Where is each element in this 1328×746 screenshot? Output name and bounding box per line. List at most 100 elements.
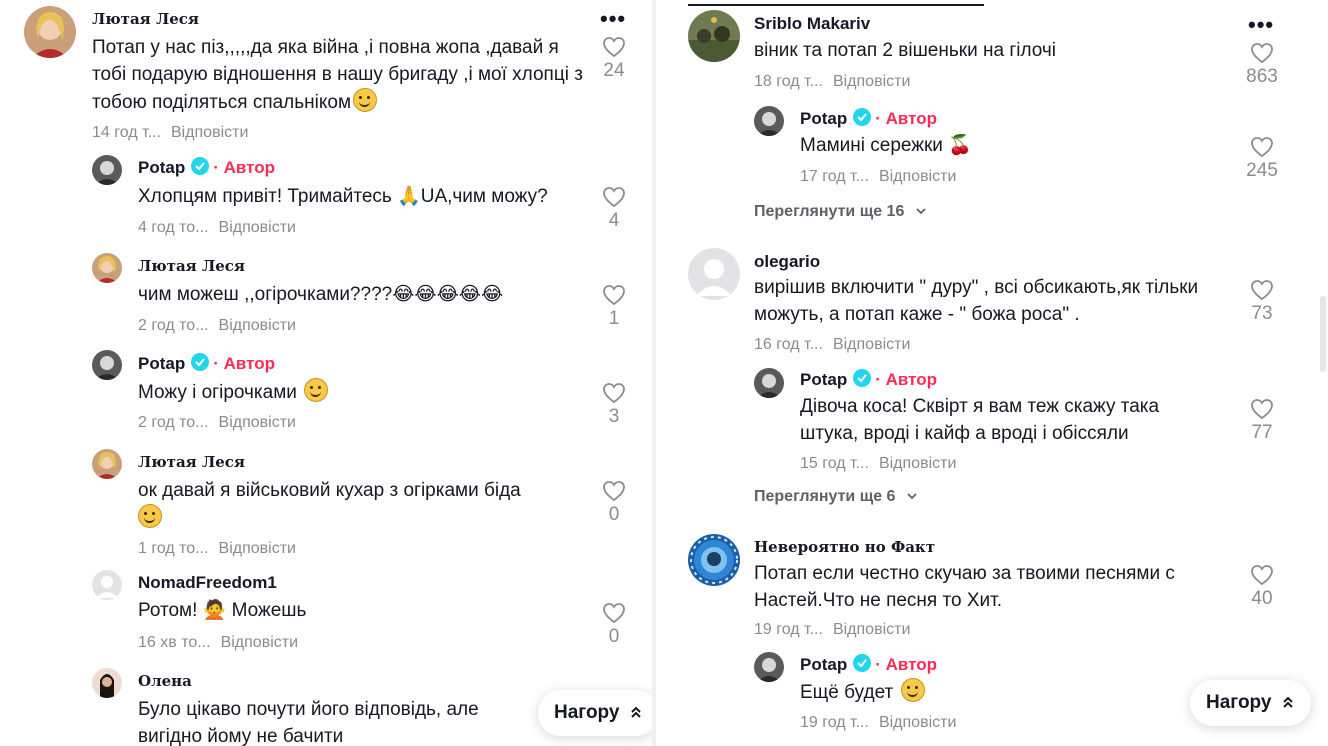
comment-time: 14 год т... bbox=[92, 124, 161, 141]
reply-text: Можу і огірочками bbox=[138, 378, 588, 406]
avatar[interactable] bbox=[688, 10, 740, 62]
like-count: 24 bbox=[603, 60, 625, 81]
avatar[interactable] bbox=[92, 350, 122, 380]
reply-author-name[interactable]: NomadFreedom1 bbox=[138, 573, 277, 593]
reply-time: 4 год то... bbox=[138, 219, 209, 236]
reply-author-name[interactable]: Олена bbox=[138, 672, 192, 690]
smirk-emoji-icon bbox=[353, 88, 378, 112]
view-more-replies-button[interactable]: Переглянути ще 16 bbox=[754, 203, 927, 221]
reply-button[interactable]: Відповісти bbox=[879, 714, 956, 731]
reply-time: 2 год то... bbox=[138, 414, 209, 431]
sad-emoji-icon bbox=[138, 504, 162, 528]
scrollbar-thumb[interactable] bbox=[1320, 296, 1326, 372]
like-button[interactable]: 1 bbox=[594, 284, 634, 330]
comment-author-name[interactable]: Sriblo Makariv bbox=[754, 14, 870, 34]
reply-button[interactable]: Відповісти bbox=[833, 336, 910, 353]
reply-text-content: ок давай я військовий кухар з огірками б… bbox=[138, 480, 521, 501]
left-comments-panel: Лютая Леся ••• Потап у нас піз,,,,,да як… bbox=[0, 0, 656, 746]
reply-author-line: Potap · Автор bbox=[800, 108, 937, 129]
reply-meta: 1 год то... Відповісти bbox=[138, 540, 296, 558]
chevron-up-double-icon bbox=[1283, 696, 1294, 708]
verified-badge-icon bbox=[191, 353, 210, 371]
comment-meta: 18 год т... Відповісти bbox=[754, 73, 910, 91]
chevron-up-double-icon bbox=[631, 706, 642, 718]
like-button[interactable]: 3 bbox=[594, 382, 634, 428]
like-count: 0 bbox=[608, 504, 620, 525]
like-button[interactable]: 863 bbox=[1242, 42, 1282, 88]
reply-author-name[interactable]: Potap bbox=[800, 370, 847, 389]
reply-button[interactable]: Відповісти bbox=[219, 317, 296, 334]
avatar[interactable] bbox=[754, 652, 784, 682]
like-button[interactable]: 0 bbox=[594, 480, 634, 526]
avatar[interactable] bbox=[688, 534, 740, 586]
reply-text: Було цікаво почути його відповідь, але в… bbox=[138, 699, 479, 746]
comment-author-name[interactable]: Лютая Леся bbox=[92, 10, 199, 28]
verified-badge-icon bbox=[853, 369, 872, 387]
reply-button[interactable]: Відповісти bbox=[833, 73, 910, 90]
reply-text: чим можеш ,,огірочками????😂😂😂😂😂 bbox=[138, 284, 504, 305]
heart-icon bbox=[603, 481, 625, 502]
reply-author-name[interactable]: Potap bbox=[800, 109, 847, 128]
back-to-top-button[interactable]: Нагору bbox=[538, 690, 656, 736]
comment-text: віник та потап 2 вішеньки на гілочі bbox=[754, 40, 1057, 61]
heart-icon bbox=[1251, 565, 1273, 586]
reply-author-name[interactable]: Potap bbox=[138, 354, 185, 373]
reply-time: 16 хв то... bbox=[138, 634, 211, 651]
reply-button[interactable]: Відповісти bbox=[879, 168, 956, 185]
comment-meta: 16 год т... Відповісти bbox=[754, 336, 910, 354]
more-options-icon[interactable]: ••• bbox=[1248, 12, 1274, 38]
like-button[interactable]: 245 bbox=[1242, 136, 1282, 182]
wink-emoji-icon bbox=[900, 678, 925, 702]
reply-text-content: Ещё будет bbox=[800, 682, 894, 703]
reply-author-name[interactable]: Potap bbox=[138, 158, 185, 177]
comment-text: Потап у нас піз,,,,,да яка війна ,і повн… bbox=[92, 34, 592, 116]
like-count: 73 bbox=[1251, 303, 1273, 324]
back-to-top-button[interactable]: Нагору bbox=[1190, 680, 1312, 726]
avatar[interactable] bbox=[754, 106, 784, 136]
heart-icon bbox=[603, 383, 625, 404]
like-count: 77 bbox=[1251, 422, 1273, 443]
avatar[interactable] bbox=[92, 449, 122, 479]
reply-button[interactable]: Відповісти bbox=[219, 540, 296, 557]
avatar[interactable] bbox=[92, 155, 122, 185]
reply-text: Дівоча коса! Сквірт я вам теж скажу така… bbox=[800, 396, 1160, 444]
reply-button[interactable]: Відповісти bbox=[879, 455, 956, 472]
reply-author-line: Potap · Автор bbox=[138, 353, 275, 374]
reply-meta: 2 год то... Відповісти bbox=[138, 414, 296, 432]
avatar[interactable] bbox=[92, 570, 122, 600]
like-button[interactable]: 77 bbox=[1242, 398, 1282, 444]
comment-author-name[interactable]: olegario bbox=[754, 252, 820, 272]
avatar[interactable] bbox=[92, 668, 122, 698]
reply-text: Мамині сережки 🍒 bbox=[800, 135, 972, 156]
comment-meta: 14 год т... Відповісти bbox=[92, 124, 248, 142]
reply-author-name[interactable]: Лютая Леся bbox=[138, 257, 245, 275]
reply-button[interactable]: Відповісти bbox=[833, 621, 910, 638]
like-button[interactable]: 73 bbox=[1242, 279, 1282, 325]
avatar[interactable] bbox=[24, 6, 76, 58]
reply-author-line: Potap · Автор bbox=[800, 654, 937, 675]
reply-author-name[interactable]: Potap bbox=[800, 655, 847, 674]
avatar[interactable] bbox=[688, 248, 740, 300]
avatar[interactable] bbox=[754, 368, 784, 398]
author-badge: · Автор bbox=[213, 158, 275, 177]
heart-icon bbox=[603, 37, 625, 58]
back-to-top-label: Нагору bbox=[554, 702, 620, 723]
reply-author-name[interactable]: Лютая Леся bbox=[138, 453, 245, 471]
reply-text: Хлопцям привіт! Тримайтесь 🙏UA,чим можу? bbox=[138, 186, 548, 207]
reply-button[interactable]: Відповісти bbox=[221, 634, 298, 651]
avatar[interactable] bbox=[92, 253, 122, 283]
like-button[interactable]: 24 bbox=[594, 36, 634, 82]
like-button[interactable]: 4 bbox=[594, 186, 634, 232]
reply-button[interactable]: Відповісти bbox=[171, 124, 248, 141]
view-more-replies-button[interactable]: Переглянути ще 6 bbox=[754, 488, 918, 506]
comment-author-name[interactable]: Невероятно но Факт bbox=[754, 538, 935, 556]
like-button[interactable]: 40 bbox=[1242, 564, 1282, 610]
reply-meta: 4 год то... Відповісти bbox=[138, 219, 296, 237]
more-options-icon[interactable]: ••• bbox=[600, 6, 626, 32]
reply-button[interactable]: Відповісти bbox=[219, 219, 296, 236]
reply-meta: 2 год то... Відповісти bbox=[138, 317, 296, 335]
heart-icon bbox=[603, 603, 625, 624]
reply-button[interactable]: Відповісти bbox=[219, 414, 296, 431]
like-button[interactable]: 0 bbox=[594, 602, 634, 648]
reply-meta: 19 год т... Відповісти bbox=[800, 714, 956, 732]
